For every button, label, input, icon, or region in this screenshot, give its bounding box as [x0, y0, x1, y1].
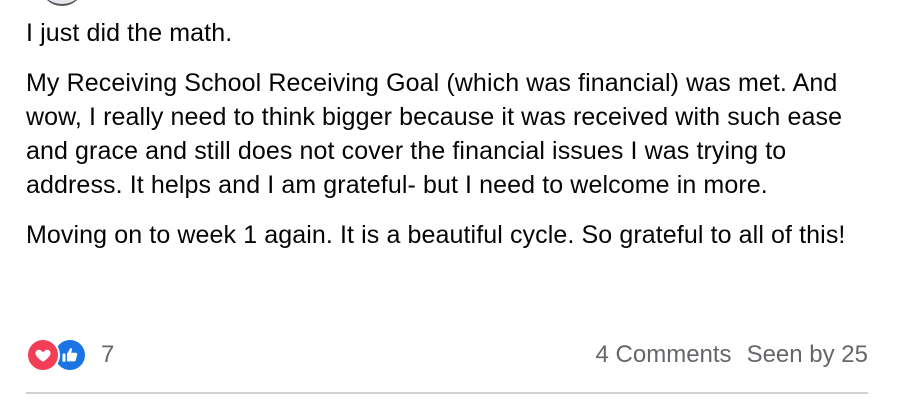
- heart-icon: [35, 349, 51, 362]
- post-body: I just did the math. My Receiving School…: [26, 16, 886, 268]
- post-paragraph: I just did the math.: [26, 19, 233, 47]
- post-paragraph: Moving on to week 1 again. It is a beaut…: [26, 221, 846, 249]
- thumbs-up-icon: [62, 348, 78, 362]
- reaction-count[interactable]: 7: [101, 341, 114, 369]
- footer-divider: [26, 392, 868, 394]
- post-stats: 4 Comments Seen by 25: [596, 341, 868, 369]
- post-footer: 7 4 Comments Seen by 25: [26, 335, 868, 375]
- reaction-icons[interactable]: [26, 338, 87, 372]
- reactions-summary[interactable]: 7: [26, 338, 114, 372]
- seen-by-count[interactable]: Seen by 25: [747, 341, 868, 369]
- love-reaction-icon: [26, 338, 60, 372]
- post-paragraph: My Receiving School Receiving Goal (whic…: [26, 69, 843, 199]
- author-avatar[interactable]: [40, 0, 84, 6]
- comments-count-link[interactable]: 4 Comments: [596, 341, 732, 369]
